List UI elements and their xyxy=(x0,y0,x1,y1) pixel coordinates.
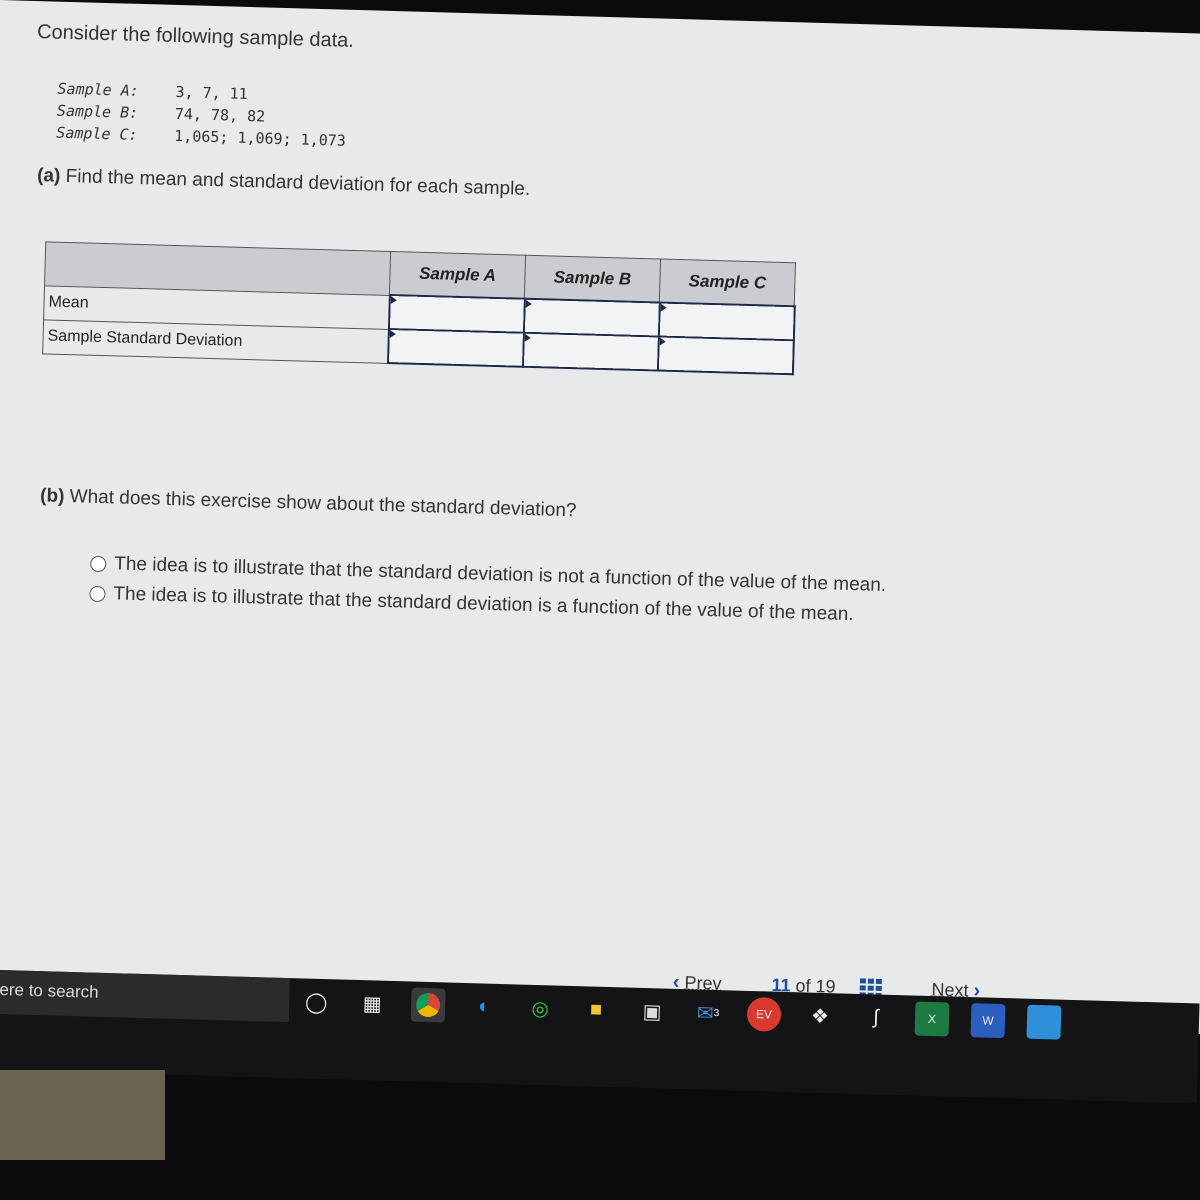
part-a-text: Find the mean and standard deviation for… xyxy=(65,165,531,200)
answer-table: Sample A Sample B Sample C Mean Sample S… xyxy=(42,241,797,375)
expressvpn-icon[interactable]: EV xyxy=(746,996,782,1032)
radio-button[interactable] xyxy=(90,555,107,573)
s-app-icon[interactable]: ∫ xyxy=(859,1000,894,1035)
sample-label: Sample C: xyxy=(56,123,138,144)
task-view-icon[interactable]: ▦ xyxy=(355,986,390,1021)
store-icon[interactable]: ▣ xyxy=(635,994,670,1029)
intro-text: Consider the following sample data. xyxy=(36,21,355,52)
sample-values: 74, 78, 82 xyxy=(174,104,266,126)
mean-a-input[interactable] xyxy=(388,294,527,333)
mean-c-input[interactable] xyxy=(658,302,797,341)
file-explorer-icon[interactable]: ■ xyxy=(579,992,614,1027)
sd-a-input[interactable] xyxy=(387,328,526,367)
edge-icon[interactable]: ◐ xyxy=(467,989,502,1024)
web-page: Consider the following sample data. Samp… xyxy=(0,0,1200,1035)
radio-button[interactable] xyxy=(89,585,106,603)
answer-options: The idea is to illustrate that the stand… xyxy=(89,553,886,635)
col-sample-a: Sample A xyxy=(389,251,526,299)
mean-c-field[interactable] xyxy=(660,304,797,339)
sample-data: Sample A: 3, 7, 11 Sample B: 74, 78, 82 Sa… xyxy=(56,78,347,152)
mean-b-input[interactable] xyxy=(523,298,662,337)
sample-label: Sample B: xyxy=(56,101,139,122)
sd-c-input[interactable] xyxy=(657,336,796,375)
taskbar-search[interactable]: ere to search xyxy=(0,970,290,1023)
desk-surface xyxy=(0,1070,165,1160)
part-a-label: (a) xyxy=(36,165,61,187)
part-b-label: (b) xyxy=(39,485,65,507)
spotify-like-green-icon[interactable]: ◎ xyxy=(523,991,558,1026)
word-icon[interactable]: W xyxy=(970,1003,1006,1039)
chrome-icon[interactable] xyxy=(410,987,446,1023)
mail-badge: 3 xyxy=(713,1007,720,1019)
sd-a-field[interactable] xyxy=(389,331,526,365)
sd-b-field[interactable] xyxy=(524,334,661,369)
mean-a-field[interactable] xyxy=(390,297,527,331)
photos-icon[interactable] xyxy=(1026,1004,1062,1040)
sample-values: 3, 7, 11 xyxy=(175,82,248,103)
excel-icon[interactable]: X xyxy=(914,1001,950,1037)
sample-values: 1,065; 1,069; 1,073 xyxy=(174,126,347,150)
cortana-icon[interactable]: ◯ xyxy=(299,984,334,1019)
part-b-question: (b) What does this exercise show about t… xyxy=(40,485,577,522)
col-sample-c: Sample C xyxy=(659,259,796,307)
part-a-question: (a) Find the mean and standard deviation… xyxy=(37,165,531,201)
col-sample-b: Sample B xyxy=(524,255,661,303)
sample-label: Sample A: xyxy=(57,79,140,100)
sd-b-input[interactable] xyxy=(522,332,661,371)
part-b-text: What does this exercise show about the s… xyxy=(69,486,577,522)
sd-c-field[interactable] xyxy=(659,338,796,373)
mean-b-field[interactable] xyxy=(525,300,662,335)
mail-icon[interactable]: ✉ 3 xyxy=(691,995,726,1030)
dropbox-icon[interactable]: ❖ xyxy=(803,998,838,1033)
